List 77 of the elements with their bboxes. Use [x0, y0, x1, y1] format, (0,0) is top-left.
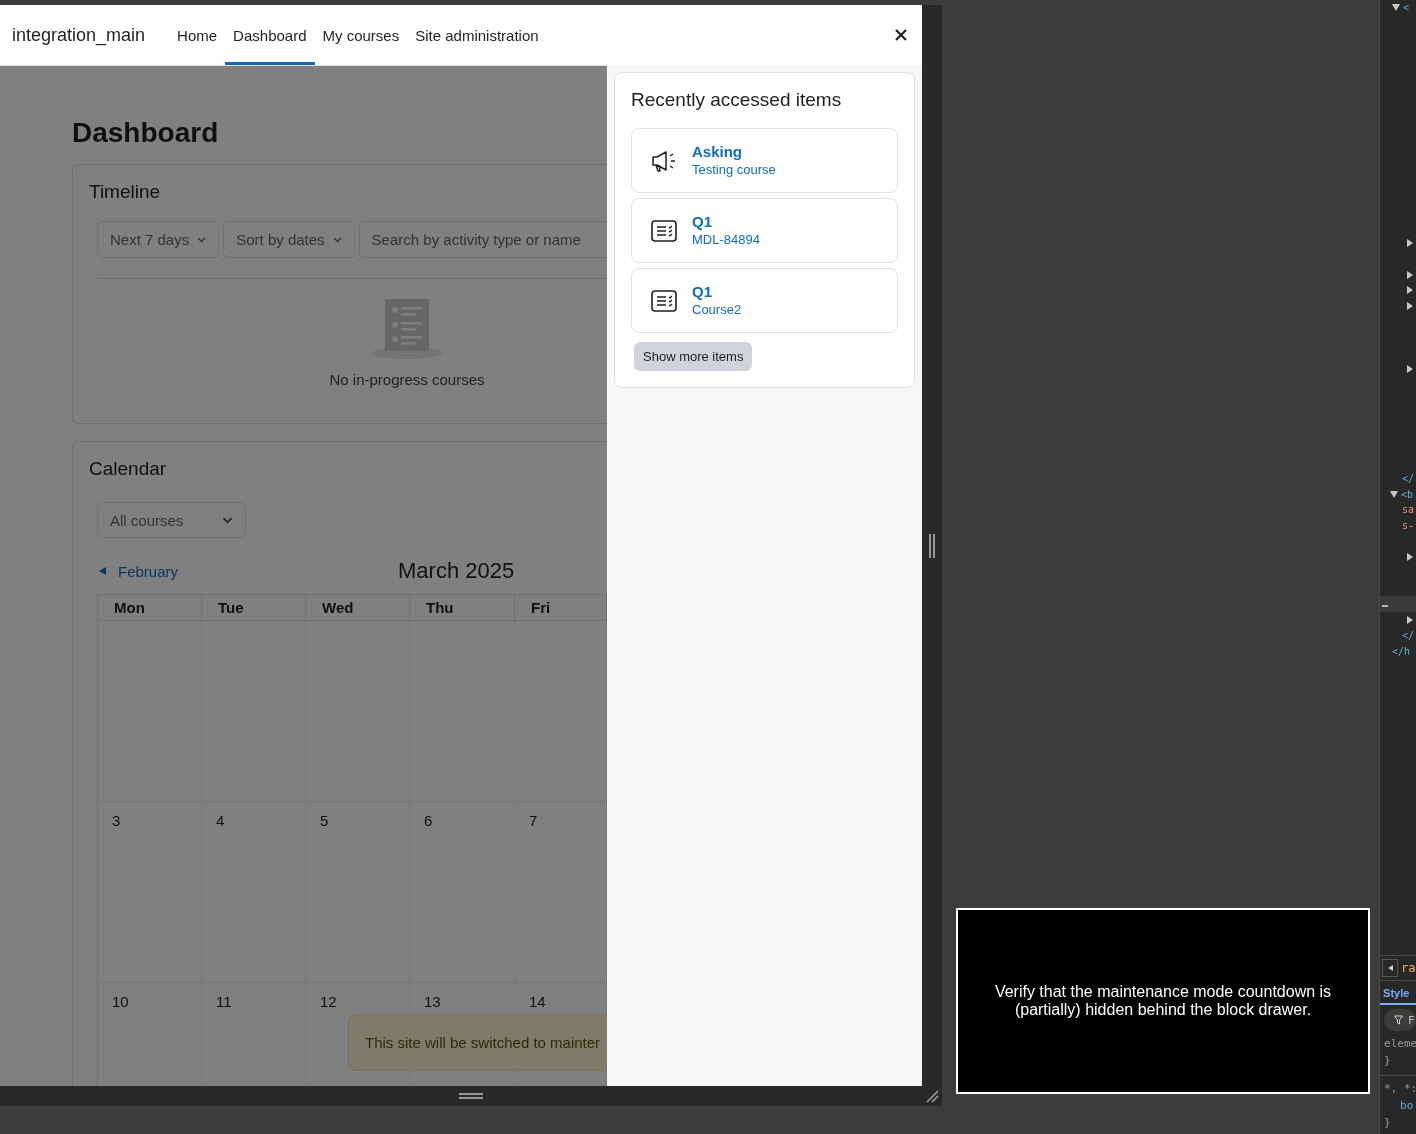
style-code-line: eleme — [1383, 1036, 1416, 1052]
drag-handle-icon[interactable] — [458, 1093, 484, 1099]
day-number: 3 — [112, 812, 121, 829]
dom-node-text: … — [1382, 598, 1389, 610]
day-number: 10 — [112, 993, 129, 1010]
empty-message: No in-progress courses — [329, 370, 485, 390]
collapsed-triangle-icon[interactable] — [1407, 364, 1414, 373]
item-name[interactable]: Q1 — [692, 213, 760, 231]
style-code-line: bo — [1399, 1098, 1415, 1114]
recent-item[interactable]: Q1 Course2 — [631, 268, 898, 333]
day-number: 13 — [424, 993, 441, 1010]
chevron-down-icon — [197, 236, 207, 243]
test-instruction: Verify that the maintenance mode countdown is (partially) hidden behind the block drawer. — [956, 908, 1370, 1094]
page-title: Dashboard — [72, 116, 220, 150]
collapsed-triangle-icon[interactable] — [1407, 615, 1414, 624]
filter-field[interactable]: F — [1384, 1009, 1416, 1031]
chevron-down-icon — [222, 516, 233, 524]
dom-node-text: </ — [1402, 629, 1415, 641]
day-number: 6 — [424, 812, 433, 829]
resize-corner-icon[interactable] — [925, 1089, 939, 1103]
day-number: 4 — [216, 812, 225, 829]
item-name[interactable]: Q1 — [692, 283, 742, 301]
nav-link[interactable]: Home — [169, 8, 226, 65]
drag-handle-icon[interactable] — [929, 532, 935, 559]
devtools-tab[interactable]: Style — [1380, 981, 1416, 1005]
collapsed-triangle-icon[interactable] — [1407, 301, 1414, 310]
recent-item[interactable]: Asking Testing course — [631, 128, 898, 193]
filter-icon — [1394, 1015, 1404, 1025]
site-name[interactable]: integration_main — [0, 24, 146, 46]
recent-item[interactable]: Q1 MDL-84894 — [631, 198, 898, 263]
chevron-down-icon — [332, 236, 342, 243]
nav-link[interactable]: Site administration — [407, 8, 547, 65]
filter-dropdown[interactable]: Sort by dates — [223, 221, 355, 258]
search-field[interactable]: Search by activity type or name — [358, 221, 607, 258]
course-name[interactable]: Testing course — [692, 161, 776, 178]
collapsed-triangle-icon[interactable] — [1407, 552, 1414, 561]
dom-node-text: <b — [1401, 488, 1414, 500]
day-number: 11 — [216, 993, 232, 1010]
weekday-header: Thu — [410, 595, 515, 621]
weekday-header: Mon — [98, 595, 202, 621]
card-title: Recently accessed items — [631, 89, 843, 111]
empty-list-drawing — [372, 299, 442, 359]
course-name[interactable]: Course2 — [692, 301, 742, 318]
collapsed-triangle-icon[interactable] — [1407, 270, 1414, 279]
back-button[interactable] — [1382, 959, 1399, 977]
left-triangle-icon — [99, 567, 106, 575]
expanded-triangle-icon[interactable] — [1390, 490, 1399, 498]
dom-node-text: s- — [1402, 520, 1415, 532]
course-name[interactable]: MDL-84894 — [692, 231, 760, 248]
nav-link[interactable]: My courses — [314, 8, 408, 65]
collapsed-triangle-icon[interactable] — [1407, 286, 1414, 295]
style-code-line: *, *: — [1380, 1075, 1416, 1097]
style-code-line: } — [1383, 1115, 1392, 1131]
weekday-header: Tue — [202, 595, 306, 621]
show-more-button[interactable]: Show more items — [634, 342, 753, 371]
card-title: Timeline — [89, 181, 162, 203]
day-number: 5 — [320, 812, 329, 829]
previous-month-link[interactable]: February — [99, 562, 179, 580]
expanded-triangle-icon[interactable] — [1392, 4, 1401, 12]
dom-node-text: sa — [1402, 504, 1415, 516]
weekday-header: Wed — [306, 595, 410, 621]
course-select[interactable]: All courses — [97, 502, 246, 538]
maintenance-alert: This site will be switched to mainter — [348, 1014, 607, 1071]
item-name[interactable]: Asking — [692, 143, 776, 161]
dom-node-text: </h — [1392, 645, 1411, 657]
day-number: 7 — [529, 812, 538, 829]
filter-dropdown[interactable]: Next 7 days — [97, 221, 220, 258]
card-title: Calendar — [89, 458, 168, 480]
dom-node-text: </ — [1402, 472, 1415, 484]
day-number: 14 — [529, 993, 546, 1010]
month-title: March 2025 — [398, 558, 515, 584]
day-number: 12 — [320, 993, 337, 1010]
collapsed-triangle-icon[interactable] — [1407, 239, 1414, 248]
breadcrumb-text[interactable]: ra — [1401, 961, 1416, 975]
close-icon[interactable] — [894, 28, 908, 42]
style-code-line: } — [1383, 1053, 1392, 1069]
dom-node-text: < — [1403, 2, 1410, 14]
